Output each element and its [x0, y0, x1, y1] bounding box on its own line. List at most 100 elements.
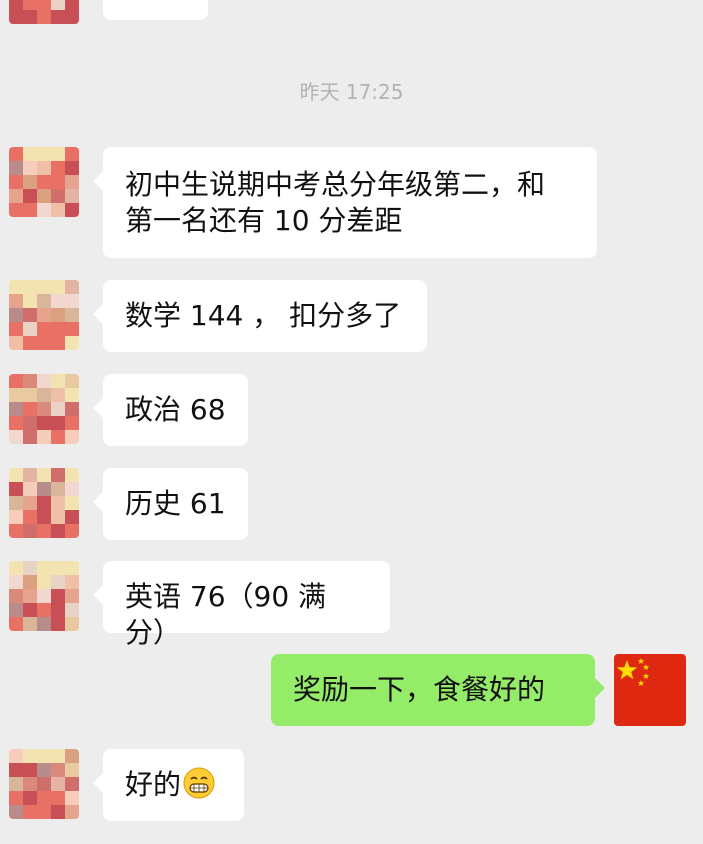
message-bubble[interactable]: 数学 144 ， 扣分多了 — [93, 280, 427, 352]
avatar-pixel — [9, 280, 23, 294]
avatar[interactable] — [9, 280, 79, 350]
avatar-pixel — [23, 308, 37, 322]
chat-view: 昨天 17:25 初中生说期中考总分年级第二，和 第一名还有 10 分差距 数学… — [0, 0, 703, 844]
avatar-pixel — [65, 617, 79, 631]
avatar-pixel — [51, 749, 65, 763]
avatar-pixel — [37, 175, 51, 189]
avatar[interactable] — [9, 468, 79, 538]
avatar-pixel — [37, 10, 51, 24]
avatar-pixel — [23, 561, 37, 575]
avatar-pixel — [9, 374, 23, 388]
avatar-pixel — [23, 777, 37, 791]
avatar[interactable] — [9, 749, 79, 819]
avatar-pixel — [37, 805, 51, 819]
avatar-pixel — [23, 603, 37, 617]
avatar-pixel — [65, 603, 79, 617]
avatar-pixel — [65, 10, 79, 24]
avatar-pixel — [37, 589, 51, 603]
avatar-pixel — [65, 294, 79, 308]
avatar-pixel — [23, 482, 37, 496]
avatar-pixel — [51, 294, 65, 308]
avatar-pixel — [37, 482, 51, 496]
message-bubble-outgoing[interactable]: 奖励一下，食餐好的 — [271, 654, 605, 726]
avatar-pixel — [65, 524, 79, 538]
timestamp: 昨天 17:25 — [299, 80, 404, 104]
avatar-pixel — [51, 402, 65, 416]
avatar-pixel — [9, 416, 23, 430]
avatar-pixel — [51, 0, 65, 10]
avatar-pixel — [23, 617, 37, 631]
avatar-pixel — [23, 0, 37, 10]
avatar-pixel — [37, 203, 51, 217]
message-bubble[interactable]: 英语 76（90 满分） — [93, 561, 390, 649]
avatar-pixel — [9, 161, 23, 175]
message-text: 好的 — [125, 768, 182, 801]
avatar-pixel — [51, 603, 65, 617]
avatar-pixel — [65, 749, 79, 763]
avatar-pixel — [37, 763, 51, 777]
message-bubble[interactable]: 初中生说期中考总分年级第二，和 第一名还有 10 分差距 — [93, 147, 597, 258]
avatar-pixel — [9, 763, 23, 777]
avatar-pixel — [9, 430, 23, 444]
avatar-pixel — [9, 0, 23, 10]
avatar-pixel — [9, 510, 23, 524]
avatar-pixel — [51, 589, 65, 603]
message-text-line: 初中生说期中考总分年级第二，和 — [125, 168, 546, 201]
avatar-pixel — [23, 402, 37, 416]
avatar-pixel — [65, 805, 79, 819]
previous-message-bubble[interactable] — [103, 0, 208, 20]
avatar-pixel — [9, 777, 23, 791]
avatar-pixel — [9, 336, 23, 350]
avatar-pixel — [65, 0, 79, 10]
avatar-pixel — [51, 805, 65, 819]
message-text-line: 英语 76（90 满分） — [125, 580, 327, 649]
avatar-pixel — [37, 524, 51, 538]
avatar[interactable] — [9, 147, 79, 217]
avatar-pixel — [65, 763, 79, 777]
message-text-line: 奖励一下，食餐好的 — [293, 673, 546, 706]
avatar[interactable] — [9, 561, 79, 631]
avatar-pixel — [51, 791, 65, 805]
avatar-pixel — [37, 617, 51, 631]
avatar-pixel — [65, 496, 79, 510]
avatar-pixel — [9, 791, 23, 805]
avatar-pixel — [23, 575, 37, 589]
avatar-pixel — [23, 374, 37, 388]
avatar-pixel — [37, 147, 51, 161]
avatar-pixel — [65, 430, 79, 444]
avatar-pixel — [65, 161, 79, 175]
avatar-pixel — [23, 388, 37, 402]
avatar[interactable] — [9, 0, 79, 24]
message-text-line: 历史 61 — [125, 487, 226, 520]
avatar-pixel — [37, 0, 51, 10]
message-bubble[interactable]: 政治 68 — [93, 374, 248, 446]
avatar-pixel — [65, 147, 79, 161]
avatar-pixel — [9, 189, 23, 203]
avatar-pixel — [65, 561, 79, 575]
avatar-pixel — [65, 388, 79, 402]
avatar-pixel — [65, 203, 79, 217]
avatar-pixel — [51, 322, 65, 336]
avatar-pixel — [51, 575, 65, 589]
avatar-pixel — [51, 524, 65, 538]
avatar-pixel — [51, 617, 65, 631]
message-bubble[interactable]: 历史 61 — [93, 468, 248, 540]
avatar[interactable] — [9, 374, 79, 444]
avatar-pixel — [65, 777, 79, 791]
avatar-pixel — [65, 510, 79, 524]
avatar-pixel — [37, 388, 51, 402]
avatar-pixel — [65, 175, 79, 189]
avatar-pixel — [65, 374, 79, 388]
avatar-pixel — [9, 749, 23, 763]
avatar-pixel — [23, 203, 37, 217]
avatar-pixel — [65, 322, 79, 336]
message-bubble[interactable]: 好的 — [93, 749, 244, 821]
avatar-pixel — [37, 416, 51, 430]
avatar-pixel — [65, 336, 79, 350]
message-text-line: 政治 68 — [125, 393, 226, 426]
avatar-pixel — [37, 791, 51, 805]
avatar-pixel — [51, 388, 65, 402]
china-flag-avatar-icon[interactable] — [614, 654, 686, 726]
avatar-pixel — [65, 402, 79, 416]
message-text-line: 第一名还有 10 分差距 — [125, 204, 403, 237]
